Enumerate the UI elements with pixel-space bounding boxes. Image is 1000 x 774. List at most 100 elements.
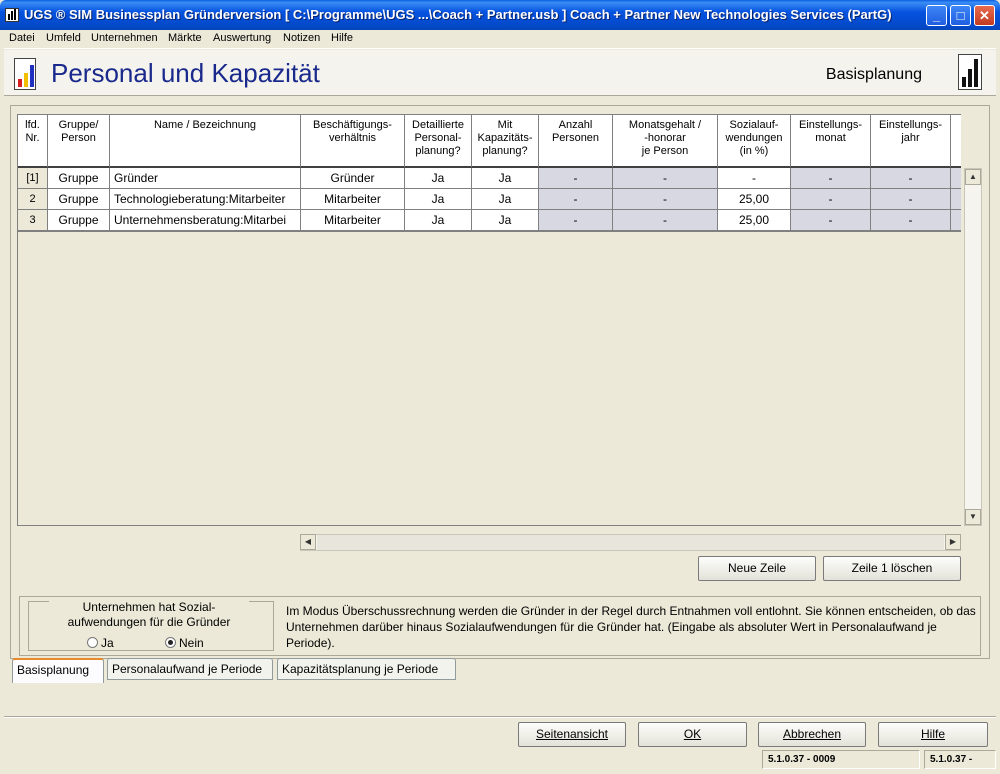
column-header-hire-year[interactable]: Einstellungs- jahr [871, 115, 951, 168]
column-header-group[interactable]: Gruppe/ Person [48, 115, 110, 168]
main-panel: lfd. Nr. Gruppe/ Person Name / Bezeichnung… [10, 105, 990, 659]
cell-employment[interactable]: Mitarbeiter [301, 210, 405, 231]
cell-hire-month[interactable]: - [791, 210, 871, 231]
cell-social[interactable]: 25,00 [718, 210, 791, 231]
cell-count[interactable]: - [539, 210, 613, 231]
cell-name[interactable]: Gründer [110, 168, 301, 189]
ok-label: OK [683, 727, 702, 741]
new-row-button[interactable]: Neue Zeile [698, 556, 816, 581]
menu-umfeld[interactable]: Umfeld [46, 32, 81, 44]
status-version-short: 5.1.0.37 - [924, 750, 996, 769]
cell-salary[interactable]: - [613, 210, 718, 231]
cell-hire-month[interactable]: - [791, 168, 871, 189]
menu-bar: Datei Umfeld Unternehmen Märkte Auswertu… [4, 30, 996, 49]
tab-personalaufwand[interactable]: Personalaufwand je Periode [107, 658, 273, 680]
cell-filler [951, 189, 961, 210]
cell-salary[interactable]: - [613, 168, 718, 189]
cell-row-number[interactable]: 3 [18, 210, 48, 231]
title-bar: UGS ® SIM Businessplan Gründerversion [ … [0, 0, 1000, 30]
cell-employment[interactable]: Mitarbeiter [301, 189, 405, 210]
ok-button[interactable]: OK [638, 722, 747, 747]
cell-row-number[interactable]: [1] [18, 168, 48, 189]
column-header-filler [951, 115, 961, 168]
cell-count[interactable]: - [539, 168, 613, 189]
social-expenses-group: Unternehmen hat Sozial- aufwendungen für… [19, 596, 981, 656]
column-header-social[interactable]: Sozialauf- wendungen (in %) [718, 115, 791, 168]
preview-button[interactable]: Seitenansicht [518, 722, 626, 747]
radio-no-icon[interactable] [165, 637, 176, 648]
mode-label: Basisplanung [825, 66, 922, 83]
close-button[interactable]: ✕ [974, 5, 995, 26]
help-label: Hilfe [920, 727, 945, 741]
horizontal-scrollbar[interactable]: ◀ ▶ [300, 534, 961, 551]
column-header-salary[interactable]: Monatsgehalt / -honorar je Person [613, 115, 718, 168]
bar-chart-icon [958, 54, 982, 90]
cell-group[interactable]: Gruppe [48, 189, 110, 210]
minimize-button[interactable]: _ [926, 5, 947, 26]
cell-name[interactable]: Technologieberatung:Mitarbeiter [110, 189, 301, 210]
social-info-text: Im Modus Überschussrechnung werden die G… [286, 604, 976, 650]
column-header-detailed-planning[interactable]: Detaillierte Personal- planung? [405, 115, 472, 168]
column-header-name[interactable]: Name / Bezeichnung [110, 115, 301, 168]
radio-yes-icon[interactable] [87, 637, 98, 648]
cancel-label: Abbrechen [782, 727, 842, 741]
scroll-thumb[interactable] [317, 535, 944, 550]
cell-social[interactable]: 25,00 [718, 189, 791, 210]
menu-hilfe[interactable]: Hilfe [331, 32, 353, 44]
cell-capacity-planning[interactable]: Ja [472, 189, 539, 210]
cell-group[interactable]: Gruppe [48, 168, 110, 189]
column-header-employment[interactable]: Beschäftigungs- verhältnis [301, 115, 405, 168]
maximize-button[interactable]: □ [950, 5, 971, 26]
cell-hire-year[interactable]: - [871, 189, 951, 210]
cell-hire-month[interactable]: - [791, 189, 871, 210]
scroll-left-icon[interactable]: ◀ [300, 534, 316, 550]
scroll-up-icon[interactable]: ▲ [965, 169, 981, 185]
cell-row-number[interactable]: 2 [18, 189, 48, 210]
cell-filler [951, 210, 961, 231]
column-header-capacity-planning[interactable]: Mit Kapazitäts- planung? [472, 115, 539, 168]
cell-detailed-planning[interactable]: Ja [405, 210, 472, 231]
cell-employment[interactable]: Gründer [301, 168, 405, 189]
cell-capacity-planning[interactable]: Ja [472, 210, 539, 231]
cell-capacity-planning[interactable]: Ja [472, 168, 539, 189]
menu-unternehmen[interactable]: Unternehmen [91, 32, 158, 44]
radio-yes[interactable]: Ja [87, 636, 114, 650]
radio-yes-label: Ja [101, 636, 114, 650]
cancel-button[interactable]: Abbrechen [758, 722, 866, 747]
tab-kapazitaetsplanung[interactable]: Kapazitätsplanung je Periode [277, 658, 456, 680]
help-button[interactable]: Hilfe [878, 722, 988, 747]
preview-label: Seitenansicht [535, 727, 609, 741]
chart-logo-icon [14, 58, 36, 90]
column-header-count[interactable]: Anzahl Personen [539, 115, 613, 168]
tab-basisplanung[interactable]: Basisplanung [12, 658, 104, 683]
scroll-down-icon[interactable]: ▼ [965, 509, 981, 525]
cell-count[interactable]: - [539, 189, 613, 210]
menu-datei[interactable]: Datei [9, 32, 35, 44]
cell-detailed-planning[interactable]: Ja [405, 168, 472, 189]
menu-auswertung[interactable]: Auswertung [213, 32, 271, 44]
cell-name[interactable]: Unternehmensberatung:Mitarbei [110, 210, 301, 231]
menu-maerkte[interactable]: Märkte [168, 32, 202, 44]
radio-no-label: Nein [179, 636, 204, 650]
delete-row-button[interactable]: Zeile 1 löschen [823, 556, 961, 581]
cell-hire-year[interactable]: - [871, 210, 951, 231]
vertical-scrollbar[interactable]: ▲ ▼ [964, 168, 982, 526]
cell-detailed-planning[interactable]: Ja [405, 189, 472, 210]
social-expenses-radio-box: Unternehmen hat Sozial- aufwendungen für… [28, 600, 274, 651]
menu-notizen[interactable]: Notizen [283, 32, 320, 44]
cell-filler [951, 168, 961, 189]
cell-group[interactable]: Gruppe [48, 210, 110, 231]
scroll-right-icon[interactable]: ▶ [945, 534, 961, 550]
column-header-hire-month[interactable]: Einstellungs- monat [791, 115, 871, 168]
app-icon[interactable] [5, 8, 19, 22]
column-header-row-number[interactable]: lfd. Nr. [18, 115, 48, 168]
window-title: UGS ® SIM Businessplan Gründerversion [ … [24, 7, 892, 22]
cell-social[interactable]: - [718, 168, 791, 189]
cell-hire-year[interactable]: - [871, 168, 951, 189]
social-expenses-title: Unternehmen hat Sozial- aufwendungen für… [49, 600, 249, 630]
cell-salary[interactable]: - [613, 189, 718, 210]
radio-no[interactable]: Nein [165, 636, 204, 650]
page-title: Personal und Kapazität [51, 58, 320, 88]
page-header: Personal und Kapazität Basisplanung [4, 50, 996, 96]
status-version: 5.1.0.37 - 0009 [762, 750, 920, 769]
